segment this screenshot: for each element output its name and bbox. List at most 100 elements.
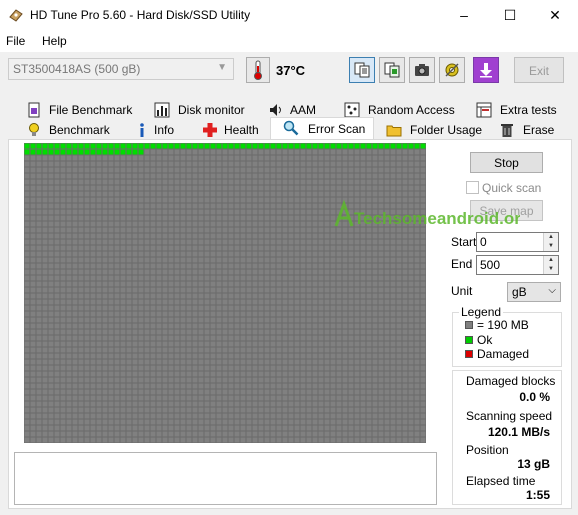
- scan-block: [396, 311, 402, 317]
- scan-block: [264, 335, 270, 341]
- close-button[interactable]: ✕: [532, 0, 578, 30]
- scan-block: [138, 431, 144, 437]
- scan-block: [180, 359, 186, 365]
- drive-select[interactable]: ST3500418AS (500 gB) ▼: [8, 58, 234, 80]
- scan-block: [132, 161, 138, 167]
- tab-file-benchmark[interactable]: File Benchmark: [22, 100, 132, 120]
- scan-block: [318, 383, 324, 389]
- scan-block: [216, 317, 222, 323]
- scan-block: [414, 149, 420, 155]
- scan-block: [36, 353, 42, 359]
- scan-block: [252, 251, 258, 257]
- scan-block: [354, 431, 360, 437]
- tab-info[interactable]: Info: [130, 120, 190, 140]
- scan-block: [408, 341, 414, 347]
- scan-block-ok: [384, 143, 390, 149]
- copy-info-button[interactable]: [349, 57, 375, 83]
- scan-block: [396, 167, 402, 173]
- spin-down-icon[interactable]: ▼: [544, 265, 558, 274]
- options-button[interactable]: [439, 57, 465, 83]
- tab-error-scan[interactable]: Error Scan: [270, 117, 374, 140]
- scan-block: [348, 311, 354, 317]
- scan-block: [258, 251, 264, 257]
- scan-block: [318, 227, 324, 233]
- scan-block: [156, 365, 162, 371]
- scan-block-ok: [402, 143, 408, 149]
- scan-block: [144, 251, 150, 257]
- scan-block: [120, 281, 126, 287]
- scan-block: [234, 353, 240, 359]
- scan-block: [222, 353, 228, 359]
- scan-block: [72, 425, 78, 431]
- scan-block: [234, 407, 240, 413]
- scan-block: [180, 311, 186, 317]
- end-input[interactable]: 500 ▲ ▼: [476, 255, 559, 275]
- maximize-button[interactable]: ☐: [487, 0, 533, 30]
- scan-block: [186, 293, 192, 299]
- scan-block: [390, 425, 396, 431]
- tab-folder-usage[interactable]: Folder Usage: [382, 120, 482, 140]
- scan-block-ok: [240, 143, 246, 149]
- scan-block: [324, 245, 330, 251]
- scan-block: [114, 425, 120, 431]
- scan-block: [306, 215, 312, 221]
- temperature-value: 37°C: [276, 63, 306, 78]
- scan-block: [258, 431, 264, 437]
- temperature-button[interactable]: [246, 57, 270, 83]
- tab-extra-tests[interactable]: Extra tests: [472, 100, 562, 120]
- tab-label: Error Scan: [308, 122, 366, 136]
- scan-block: [72, 377, 78, 383]
- scan-block: [138, 365, 144, 371]
- scan-block: [126, 191, 132, 197]
- menu-file[interactable]: File: [6, 34, 25, 48]
- scan-block: [264, 389, 270, 395]
- scan-block: [396, 251, 402, 257]
- tab-benchmark[interactable]: Benchmark: [22, 120, 117, 140]
- quick-scan-checkbox[interactable]: [466, 181, 479, 194]
- scan-block: [36, 203, 42, 209]
- scan-block: [180, 395, 186, 401]
- scan-block: [258, 389, 264, 395]
- scan-block: [306, 281, 312, 287]
- scan-block: [96, 179, 102, 185]
- scan-block: [342, 269, 348, 275]
- save-button[interactable]: [473, 57, 499, 83]
- scan-block-ok: [24, 149, 30, 155]
- spin-down-icon[interactable]: ▼: [544, 242, 558, 251]
- scan-block: [174, 395, 180, 401]
- stop-button[interactable]: Stop: [470, 152, 543, 173]
- tab-health[interactable]: Health: [198, 120, 268, 140]
- scan-block: [342, 287, 348, 293]
- exit-button[interactable]: Exit: [514, 57, 564, 83]
- copy-screenshot-button[interactable]: [379, 57, 405, 83]
- scan-block: [42, 167, 48, 173]
- scan-block: [384, 305, 390, 311]
- scan-block: [138, 239, 144, 245]
- scan-block: [198, 263, 204, 269]
- minimize-button[interactable]: –: [441, 0, 487, 30]
- scan-block: [294, 203, 300, 209]
- scan-block: [222, 389, 228, 395]
- spin-up-icon[interactable]: ▲: [544, 233, 558, 242]
- scan-block: [306, 263, 312, 269]
- scan-block: [336, 269, 342, 275]
- menu-help[interactable]: Help: [42, 34, 67, 48]
- tab-disk-monitor[interactable]: Disk monitor: [150, 100, 250, 120]
- scan-block: [282, 275, 288, 281]
- scan-block: [294, 389, 300, 395]
- scan-block: [330, 287, 336, 293]
- scan-block: [378, 311, 384, 317]
- spin-up-icon[interactable]: ▲: [544, 256, 558, 265]
- tab-erase[interactable]: Erase: [495, 120, 565, 140]
- scan-block-ok: [258, 143, 264, 149]
- scan-block-ok: [204, 143, 210, 149]
- scan-block: [246, 383, 252, 389]
- unit-select[interactable]: gB ⌵: [507, 282, 561, 302]
- screenshot-button[interactable]: [409, 57, 435, 83]
- scan-block: [204, 425, 210, 431]
- scan-block: [222, 317, 228, 323]
- scan-block: [240, 287, 246, 293]
- scan-block: [282, 287, 288, 293]
- scan-block: [198, 197, 204, 203]
- scan-block: [54, 323, 60, 329]
